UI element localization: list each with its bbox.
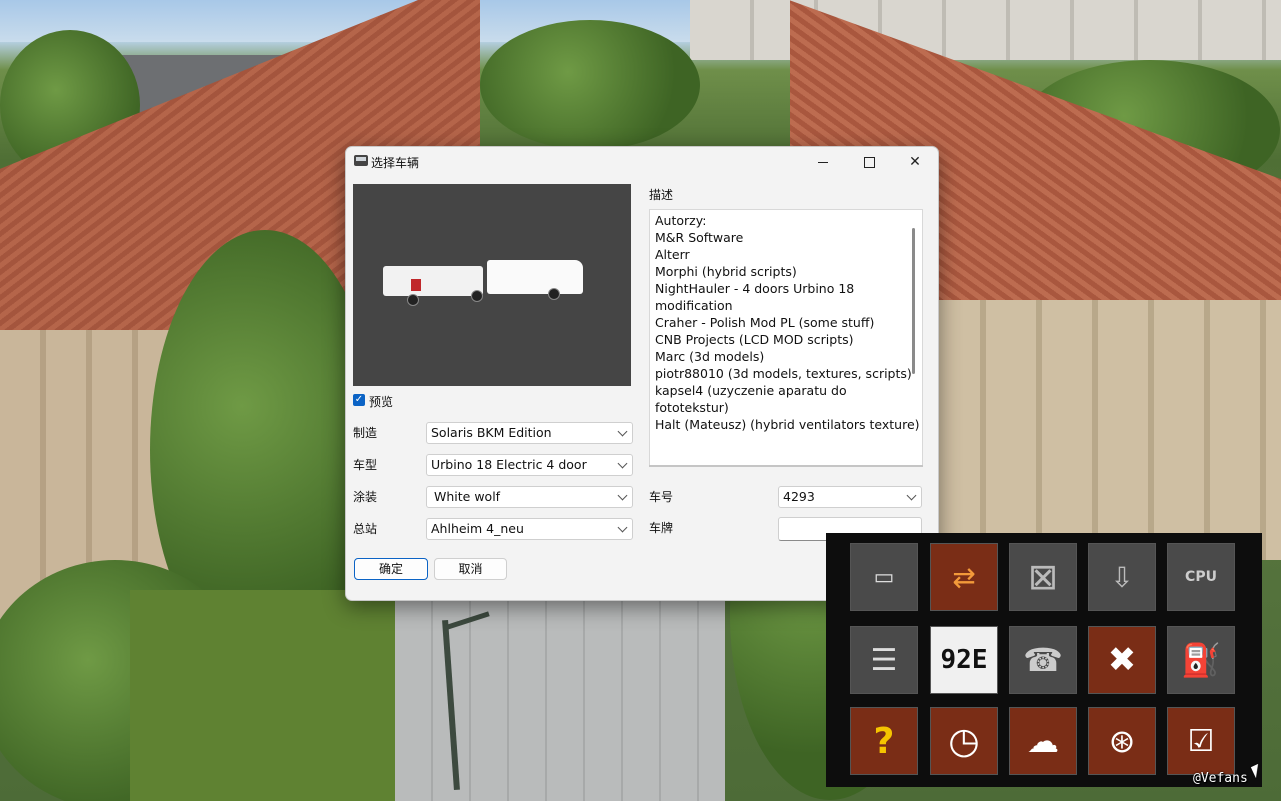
driver-icon: ⊛ xyxy=(1108,722,1136,760)
bus-wheel xyxy=(407,294,419,306)
accident-icon: ☎ xyxy=(1023,641,1063,679)
passenger-checklist-icon: ☑ xyxy=(1187,723,1215,759)
repair-tools-icon: ✖ xyxy=(1107,640,1137,680)
close-icon: ✕ xyxy=(909,154,921,170)
chevron-down-icon xyxy=(617,426,628,437)
lawn xyxy=(130,590,430,801)
model-value: Urbino 18 Electric 4 door xyxy=(431,457,587,472)
chevron-down-icon xyxy=(617,522,628,533)
description-line: Morphi (hybrid scripts) xyxy=(655,264,797,279)
manufacturer-select[interactable]: Solaris BKM Edition xyxy=(426,422,633,444)
toolbar-tile-passengers[interactable]: ☑ xyxy=(1167,707,1235,775)
chevron-down-icon xyxy=(906,490,917,501)
bus-insert-icon: ⇩ xyxy=(1110,560,1134,594)
description-line: Marc (3d models) xyxy=(655,349,765,364)
ok-button[interactable]: 确定 xyxy=(354,558,428,580)
description-line: NightHauler - 4 doors Urbino 18 xyxy=(655,281,855,296)
clock-icon: ◷ xyxy=(948,720,980,762)
toolbar-tile-fuel[interactable]: ⛽ xyxy=(1167,626,1235,694)
toolbar-tile-help[interactable]: ? xyxy=(850,707,918,775)
minimize-icon xyxy=(818,161,828,163)
livery-value: White wolf xyxy=(434,489,501,504)
license-plate-label: 车牌 xyxy=(649,521,674,535)
bus-remove-icon: ⊠ xyxy=(1027,556,1059,598)
description-scrollbar[interactable] xyxy=(912,228,915,374)
toolbar-tile-bus-cpu[interactable]: CPU xyxy=(1167,543,1235,611)
game-toolbar-panel: ▭ ⇄ ⊠ ⇩ CPU ☰ 92E ☎ ✖ ⛽ ? ◷ ☁ ⊛ ☑ xyxy=(826,533,1262,787)
description-line: M&R Software xyxy=(655,230,744,245)
minimize-button[interactable] xyxy=(800,147,846,177)
description-textbox[interactable]: Autorzy: M&R Software Alterr Morphi (hyb… xyxy=(649,209,923,467)
description-line: CNB Projects (LCD MOD scripts) xyxy=(655,332,854,347)
description-label: 描述 xyxy=(649,188,674,202)
vehicle-number-select[interactable]: 4293 xyxy=(778,486,922,508)
tree xyxy=(480,20,700,150)
distant-apartment-blocks xyxy=(690,0,1281,60)
toolbar-tile-bus-insert[interactable]: ⇩ xyxy=(1088,543,1156,611)
manufacturer-label: 制造 xyxy=(353,426,378,440)
toolbar-tile-bus-swap[interactable]: ⇄ xyxy=(930,543,998,611)
vehicle-preview[interactable] xyxy=(353,184,631,386)
description-line: Craher - Polish Mod PL (some stuff) xyxy=(655,315,875,330)
description-line: fototekstur) xyxy=(655,400,729,415)
depot-value: Ahlheim 4_neu xyxy=(431,521,524,536)
chevron-down-icon xyxy=(617,490,628,501)
bus-swap-icon: ⇄ xyxy=(952,560,976,594)
dialog-title: 选择车辆 xyxy=(371,156,420,170)
model-label: 车型 xyxy=(353,458,378,472)
divider xyxy=(649,465,923,467)
manufacturer-value: Solaris BKM Edition xyxy=(431,425,552,440)
bus-rear-section xyxy=(487,260,583,294)
toolbar-tile-accident[interactable]: ☎ xyxy=(1009,626,1077,694)
toolbar-tile-bus-add[interactable]: ▭ xyxy=(850,543,918,611)
bus-add-icon: ▭ xyxy=(873,564,895,590)
toolbar-tile-weather[interactable]: ☁ xyxy=(1009,707,1077,775)
route-display-icon: 92E xyxy=(940,645,988,675)
description-line: piotr88010 (3d models, textures, scripts… xyxy=(655,366,912,381)
toolbar-tile-route-display[interactable]: 92E xyxy=(930,626,998,694)
description-line: Alterr xyxy=(655,247,690,262)
toolbar-tile-timetable[interactable]: ☰ xyxy=(850,626,918,694)
close-button[interactable]: ✕ xyxy=(892,147,938,177)
chevron-down-icon xyxy=(617,458,628,469)
description-line: Autorzy: xyxy=(655,213,707,228)
depot-label: 总站 xyxy=(353,522,378,536)
toolbar-tile-driver[interactable]: ⊛ xyxy=(1088,707,1156,775)
description-line: kapsel4 (uzyczenie aparatu do xyxy=(655,383,847,398)
livery-select[interactable]: White wolf xyxy=(426,486,633,508)
bus-detail xyxy=(411,279,421,291)
description-line: modification xyxy=(655,298,733,313)
building-facade-right xyxy=(930,300,1281,560)
cancel-button[interactable]: 取消 xyxy=(434,558,507,580)
bus-cpu-icon: CPU xyxy=(1185,569,1217,585)
bus-front-section xyxy=(383,266,483,296)
maximize-icon xyxy=(863,156,875,168)
depot-select[interactable]: Ahlheim 4_neu xyxy=(426,518,633,540)
model-select[interactable]: Urbino 18 Electric 4 door xyxy=(426,454,633,476)
preview-checkbox[interactable]: ✓ xyxy=(353,394,365,406)
livery-label: 涂装 xyxy=(353,490,378,504)
toolbar-tile-clock[interactable]: ◷ xyxy=(930,707,998,775)
bus-wheel xyxy=(471,290,483,302)
bus-app-icon xyxy=(354,155,368,166)
description-line: Halt (Mateusz) (hybrid ventilators textu… xyxy=(655,417,920,432)
maximize-button[interactable] xyxy=(846,147,892,177)
weather-icon: ☁ xyxy=(1027,722,1059,760)
vehicle-number-value: 4293 xyxy=(783,489,815,504)
preview-label: 预览 xyxy=(369,395,394,409)
fuel-pump-icon: ⛽ xyxy=(1181,641,1221,679)
timetable-icon: ☰ xyxy=(870,642,898,678)
toolbar-tile-bus-remove[interactable]: ⊠ xyxy=(1009,543,1077,611)
title-bar[interactable]: 选择车辆 ✕ xyxy=(346,147,938,177)
vehicle-number-label: 车号 xyxy=(649,490,674,504)
help-icon: ? xyxy=(873,720,895,762)
bus-wheel xyxy=(548,288,560,300)
toolbar-tile-repair[interactable]: ✖ xyxy=(1088,626,1156,694)
watermark: @Vefans xyxy=(1193,771,1248,786)
